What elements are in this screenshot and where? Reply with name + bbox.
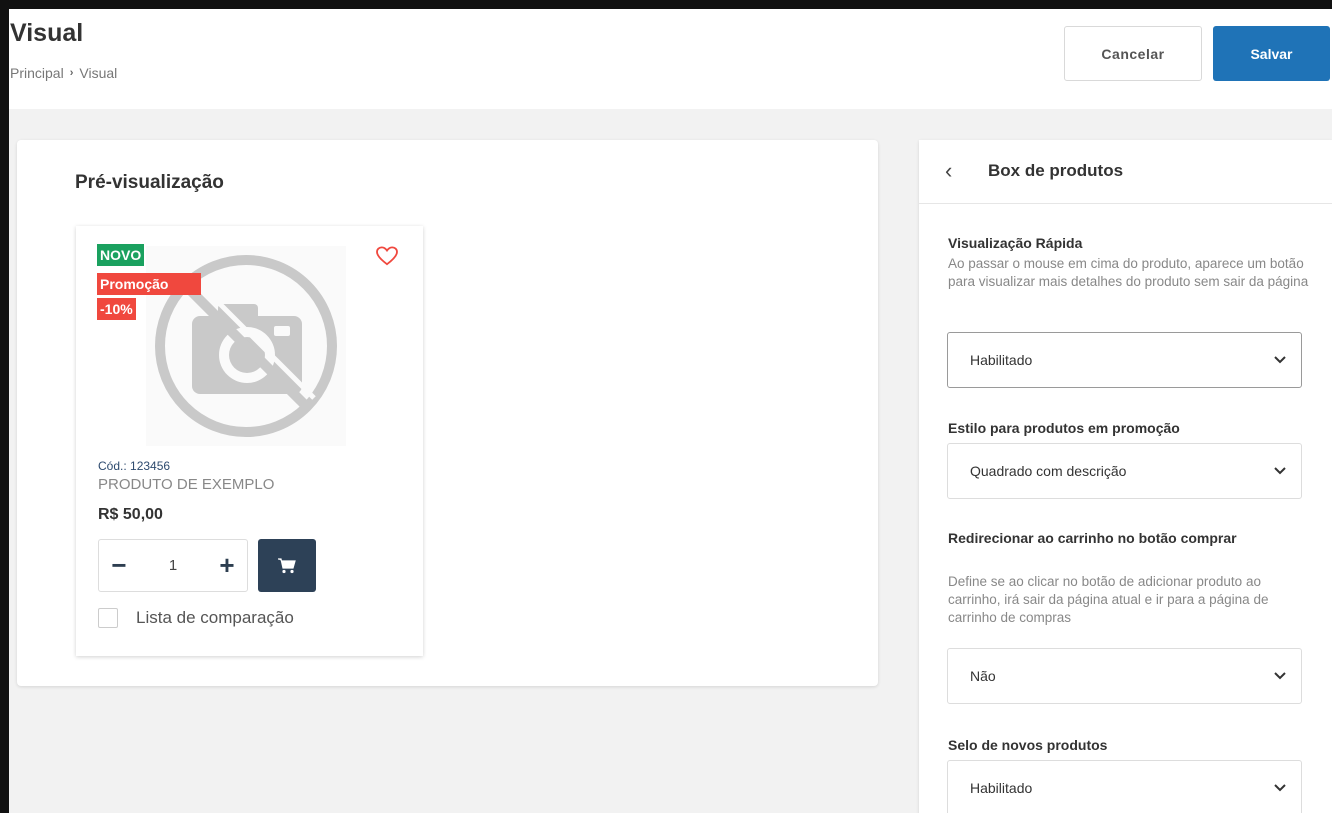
field-desc-quick-view: Ao passar o mouse em cima do produto, ap… [948, 256, 1309, 289]
field-desc-redirect-cart: Define se ao clicar no botão de adiciona… [948, 574, 1269, 625]
qty-value[interactable]: 1 [139, 557, 207, 574]
back-chevron-icon[interactable]: ‹ [945, 158, 952, 184]
page-title: Visual [10, 19, 84, 47]
cart-icon [278, 557, 296, 573]
breadcrumb: Principal › Visual [10, 65, 117, 81]
field-label-redirect-cart: Redirecionar ao carrinho no botão compra… [948, 530, 1237, 546]
product-code: Cód.: 123456 [98, 459, 171, 473]
product-price: R$ 50,00 [98, 506, 163, 523]
cancel-button[interactable]: Cancelar [1064, 26, 1202, 81]
select-value: Habilitado [970, 780, 1033, 796]
select-value: Não [970, 668, 996, 684]
select-value: Quadrado com descrição [970, 463, 1127, 479]
breadcrumb-home-link[interactable]: Principal [10, 65, 64, 81]
field-label-quick-view: Visualização Rápida [948, 235, 1083, 251]
select-new-badge[interactable]: Habilitado [947, 760, 1302, 813]
panel-header: ‹ Box de produtos [919, 140, 1332, 204]
breadcrumb-current: Visual [79, 65, 118, 81]
product-name: PRODUTO DE EXEMPLO [98, 476, 275, 493]
chevron-down-icon [1269, 356, 1291, 364]
panel-title: Box de produtos [988, 161, 1124, 180]
preview-title: Pré-visualização [75, 172, 224, 193]
wishlist-heart-icon[interactable] [376, 246, 398, 266]
top-bar: Visual Principal › Visual Cancelar Salva… [9, 9, 1332, 109]
field-label-new-badge: Selo de novos produtos [948, 737, 1108, 753]
qty-increase-button[interactable]: + [207, 540, 247, 591]
select-redirect-cart[interactable]: Não [947, 648, 1302, 704]
compare-checkbox[interactable] [98, 608, 118, 628]
qty-decrease-button[interactable]: − [99, 540, 139, 591]
select-promo-style[interactable]: Quadrado com descrição [947, 443, 1302, 499]
product-box: NOVO Promoção -10% Cód.: 123456 PRODUTO … [76, 226, 423, 656]
add-to-cart-button[interactable] [258, 539, 316, 592]
app-frame: Visual Principal › Visual Cancelar Salva… [9, 9, 1332, 813]
chevron-down-icon [1269, 467, 1291, 475]
badge-promo: Promoção [97, 273, 201, 295]
save-button[interactable]: Salvar [1213, 26, 1330, 81]
select-value: Habilitado [970, 352, 1033, 368]
select-quick-view[interactable]: Habilitado [947, 332, 1302, 388]
breadcrumb-separator-icon: › [69, 67, 74, 79]
badge-new: NOVO [97, 244, 145, 266]
chevron-down-icon [1269, 784, 1291, 792]
quantity-stepper: − 1 + [98, 539, 248, 592]
preview-card: Pré-visualização NOVO Promoção -10% Cód.… [17, 140, 878, 686]
compare-label: Lista de comparação [136, 608, 294, 627]
badge-discount: -10% [97, 298, 136, 320]
settings-panel: ‹ Box de produtos Visualização Rápida Ao… [919, 140, 1332, 813]
field-label-promo-style: Estilo para produtos em promoção [948, 420, 1180, 436]
chevron-down-icon [1269, 672, 1291, 680]
